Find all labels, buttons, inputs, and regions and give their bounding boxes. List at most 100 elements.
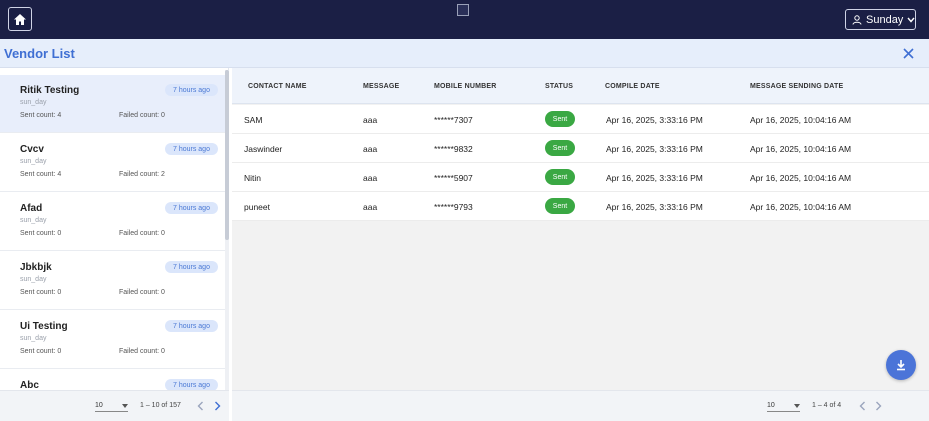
- vendor-next-page-button[interactable]: [211, 399, 223, 413]
- table-range-label: 1 – 4 of 4: [812, 402, 842, 409]
- table-row[interactable]: puneet aaa ******9793 Sent Apr 16, 2025,…: [232, 192, 929, 221]
- status-badge: Sent: [545, 198, 575, 214]
- status-badge: Sent: [545, 169, 575, 185]
- vendor-name: Abc: [20, 380, 39, 390]
- vendor-sent-count: Sent count: 0: [20, 230, 62, 237]
- mobile-number-cell: ******5907: [434, 173, 473, 183]
- vendor-item[interactable]: Ritik Testing sun_day Sent count: 4 Fail…: [0, 75, 225, 133]
- home-icon: [14, 13, 26, 25]
- sending-date-cell: Apr 16, 2025, 10:04:16 AM: [750, 202, 852, 212]
- vendor-failed-count: Failed count: 2: [119, 171, 165, 178]
- download-button[interactable]: [886, 350, 916, 380]
- compile-date-cell: Apr 16, 2025, 3:33:16 PM: [606, 173, 703, 183]
- contact-name-cell: Nitin: [244, 173, 262, 183]
- vendor-time-badge: 7 hours ago: [165, 320, 218, 332]
- vendor-name: Afad: [20, 203, 43, 214]
- column-header[interactable]: MESSAGE SENDING DATE: [750, 83, 843, 90]
- user-menu-button[interactable]: Sunday: [845, 9, 916, 30]
- status-badge: Sent: [545, 140, 575, 156]
- vendor-time-badge: 7 hours ago: [165, 261, 218, 273]
- page-title: Vendor List: [4, 46, 75, 61]
- table-next-page-button[interactable]: [872, 399, 884, 413]
- user-name: Sunday: [866, 13, 904, 26]
- contact-name-cell: puneet: [244, 202, 270, 212]
- vendor-sent-count: Sent count: 0: [20, 289, 62, 296]
- download-icon: [897, 360, 905, 371]
- vendor-list-paginator: 10 1 – 10 of 157: [0, 390, 229, 421]
- chevron-down-icon: [794, 403, 800, 408]
- column-header[interactable]: MESSAGE: [363, 83, 399, 90]
- contact-name-cell: SAM: [244, 115, 263, 125]
- table-prev-page-button[interactable]: [856, 399, 868, 413]
- chevron-left-icon: [197, 401, 203, 411]
- mobile-number-cell: ******9832: [434, 144, 473, 154]
- compile-date-cell: Apr 16, 2025, 3:33:16 PM: [606, 144, 703, 154]
- vendor-list-panel: Ritik Testing sun_day Sent count: 4 Fail…: [0, 68, 229, 390]
- vendor-failed-count: Failed count: 0: [119, 112, 165, 119]
- column-header[interactable]: COMPILE DATE: [605, 83, 660, 90]
- vendor-time-badge: 7 hours ago: [165, 379, 218, 390]
- table-paginator: 10 1 – 4 of 4: [232, 390, 929, 421]
- user-icon: [852, 14, 862, 25]
- vendor-failed-count: Failed count: 0: [119, 348, 165, 355]
- status-badge: Sent: [545, 111, 575, 127]
- table-header: CONTACT NAME MESSAGE MOBILE NUMBER STATU…: [232, 68, 929, 104]
- vendor-name: Cvcv: [20, 144, 44, 155]
- compile-date-cell: Apr 16, 2025, 3:33:16 PM: [606, 202, 703, 212]
- chevron-down-icon: [122, 403, 128, 408]
- mobile-number-cell: ******7307: [434, 115, 473, 125]
- vendor-name: Jbkbjk: [20, 262, 52, 273]
- vendor-sent-count: Sent count: 4: [20, 171, 62, 178]
- table-row[interactable]: SAM aaa ******7307 Sent Apr 16, 2025, 3:…: [232, 105, 929, 134]
- title-bar: Vendor List: [0, 39, 929, 68]
- vendor-time-badge: 7 hours ago: [165, 84, 218, 96]
- vendor-username: sun_day: [20, 276, 47, 283]
- broken-logo-image: [457, 4, 469, 16]
- message-cell: aaa: [363, 144, 378, 154]
- message-cell: aaa: [363, 115, 378, 125]
- vendor-item[interactable]: Ui Testing sun_day Sent count: 0 Failed …: [0, 311, 225, 369]
- vendor-username: sun_day: [20, 158, 47, 165]
- sending-date-cell: Apr 16, 2025, 10:04:16 AM: [750, 173, 852, 183]
- chevron-down-icon: [907, 17, 915, 23]
- vendor-name: Ui Testing: [20, 321, 68, 332]
- chevron-left-icon: [859, 401, 865, 411]
- vendor-prev-page-button[interactable]: [194, 399, 206, 413]
- vendor-failed-count: Failed count: 0: [119, 230, 165, 237]
- close-icon[interactable]: [902, 47, 915, 60]
- column-header[interactable]: MOBILE NUMBER: [434, 83, 497, 90]
- page-size-value: 10: [95, 402, 103, 409]
- column-header[interactable]: STATUS: [545, 83, 573, 90]
- chevron-right-icon: [214, 401, 220, 411]
- chevron-right-icon: [875, 401, 881, 411]
- page-size-value: 10: [767, 402, 775, 409]
- vendor-sent-count: Sent count: 0: [20, 348, 62, 355]
- vendor-item[interactable]: Cvcv sun_day Sent count: 4 Failed count:…: [0, 134, 225, 192]
- message-cell: aaa: [363, 202, 378, 212]
- table-page-size-select[interactable]: 10: [767, 400, 800, 412]
- table-row[interactable]: Nitin aaa ******5907 Sent Apr 16, 2025, …: [232, 163, 929, 192]
- sending-date-cell: Apr 16, 2025, 10:04:16 AM: [750, 115, 852, 125]
- vendor-range-label: 1 – 10 of 157: [140, 402, 181, 409]
- vendor-page-size-select[interactable]: 10: [95, 400, 128, 412]
- vendor-name: Ritik Testing: [20, 85, 80, 96]
- vendor-username: sun_day: [20, 99, 47, 106]
- vendor-item[interactable]: Jbkbjk sun_day Sent count: 0 Failed coun…: [0, 252, 225, 310]
- compile-date-cell: Apr 16, 2025, 3:33:16 PM: [606, 115, 703, 125]
- vendor-username: sun_day: [20, 335, 47, 342]
- vendor-time-badge: 7 hours ago: [165, 143, 218, 155]
- contact-name-cell: Jaswinder: [244, 144, 283, 154]
- vendor-time-badge: 7 hours ago: [165, 202, 218, 214]
- vendor-list-scroll-thumb[interactable]: [225, 70, 229, 240]
- vendor-sent-count: Sent count: 4: [20, 112, 62, 119]
- message-cell: aaa: [363, 173, 378, 183]
- home-button[interactable]: [8, 7, 32, 31]
- top-navbar: Sunday: [0, 0, 929, 39]
- column-header[interactable]: CONTACT NAME: [248, 83, 307, 90]
- vendor-item[interactable]: Abc 7 hours ago: [0, 370, 225, 390]
- sending-date-cell: Apr 16, 2025, 10:04:16 AM: [750, 144, 852, 154]
- mobile-number-cell: ******9793: [434, 202, 473, 212]
- table-row[interactable]: Jaswinder aaa ******9832 Sent Apr 16, 20…: [232, 134, 929, 163]
- message-table: CONTACT NAME MESSAGE MOBILE NUMBER STATU…: [232, 68, 929, 390]
- vendor-item[interactable]: Afad sun_day Sent count: 0 Failed count:…: [0, 193, 225, 251]
